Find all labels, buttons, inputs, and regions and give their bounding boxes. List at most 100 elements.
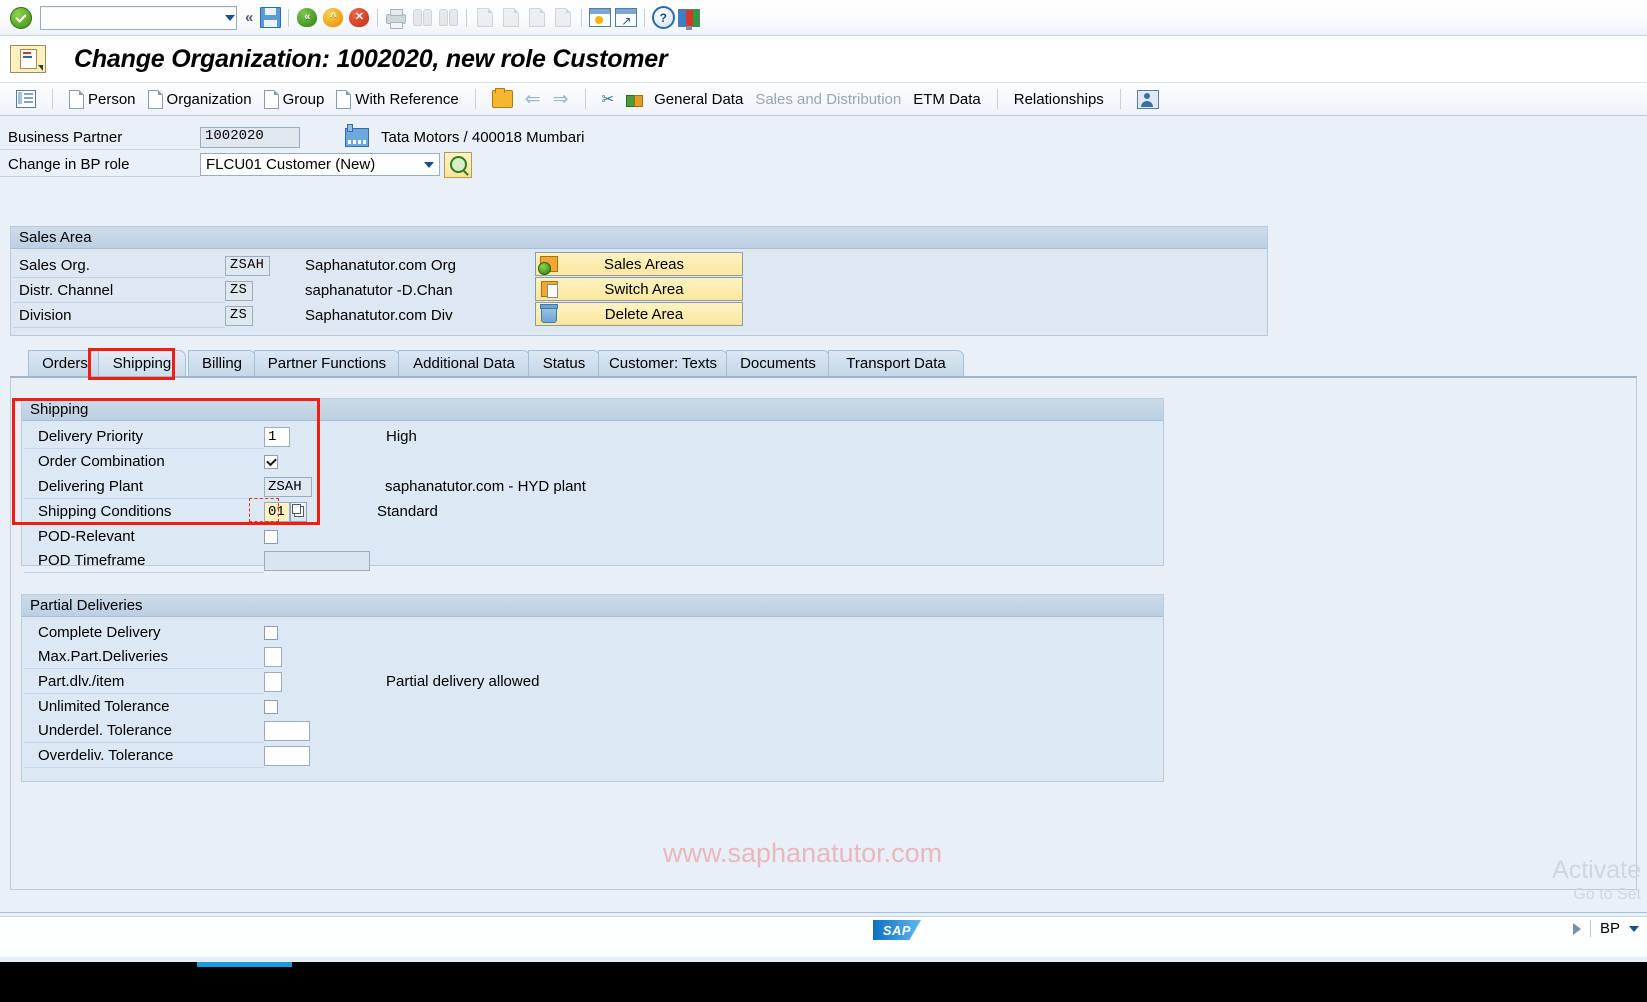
person-button[interactable]: Person	[63, 88, 142, 111]
switch-plug-button[interactable]	[620, 89, 648, 109]
delivery-priority-input[interactable]: 1	[264, 426, 290, 447]
pod-timeframe-input[interactable]	[264, 550, 370, 571]
distr-channel-row: Distr. Channel ZS saphanatutor -D.Chan	[13, 278, 533, 303]
find-icon[interactable]	[409, 5, 435, 31]
tab-customer-texts[interactable]: Customer: Texts	[598, 350, 728, 376]
switch-area-button[interactable]: Switch Area	[535, 277, 743, 301]
enter-ok-icon[interactable]	[8, 5, 34, 31]
order-combination-checkbox[interactable]	[264, 454, 278, 469]
max-part-deliveries-label: Max.Part.Deliveries	[24, 644, 264, 669]
unlimited-tolerance-checkbox[interactable]	[264, 699, 278, 714]
scissors-button[interactable]: ✂	[596, 88, 621, 110]
tab-sales-and-distribution[interactable]: Sales and Distribution	[749, 89, 907, 110]
collapse-toolbar-icon[interactable]: «	[241, 9, 257, 26]
back-arrow-button[interactable]: ⇐	[519, 86, 547, 113]
forward-arrow-button[interactable]: ⇒	[547, 86, 575, 113]
previous-page-icon[interactable]	[498, 5, 524, 31]
cancel-icon[interactable]: ✕	[346, 5, 372, 31]
tab-shipping[interactable]: Shipping	[98, 350, 186, 376]
organization-building-icon	[345, 124, 369, 147]
header-fields: Business Partner 1002020 Tata Motors / 4…	[0, 116, 1647, 178]
help-icon[interactable]: ?	[650, 5, 676, 31]
person-icon	[1136, 89, 1159, 109]
tab-status[interactable]: Status	[528, 350, 600, 376]
tab-documents[interactable]: Documents	[726, 350, 830, 376]
tab-status-label: Status	[542, 355, 586, 372]
group-button[interactable]: Group	[258, 88, 331, 111]
underdel-tolerance-input[interactable]	[264, 720, 310, 741]
open-folder-button[interactable]	[486, 88, 519, 110]
sales-org-value[interactable]: ZSAH	[225, 255, 270, 276]
command-input[interactable]	[41, 7, 223, 28]
create-session-icon[interactable]	[587, 5, 613, 31]
pod-relevant-checkbox[interactable]	[264, 529, 278, 544]
command-field[interactable]	[40, 5, 237, 30]
next-page-icon[interactable]	[524, 5, 550, 31]
part-dlv-item-input[interactable]	[264, 671, 282, 692]
print-icon[interactable]	[383, 5, 409, 31]
scissors-icon: ✂	[601, 91, 615, 108]
toolbar-divider	[377, 8, 379, 27]
delivery-priority-description: High	[386, 428, 417, 445]
partner-description: Tata Motors / 400018 Mumbari	[381, 129, 585, 146]
organization-button-label: Organization	[166, 90, 252, 108]
complete-delivery-checkbox[interactable]	[264, 625, 278, 640]
tab-transport-data[interactable]: Transport Data	[828, 350, 964, 376]
os-taskbar	[0, 962, 1647, 1002]
chevron-down-icon[interactable]	[419, 161, 439, 168]
delivery-priority-label: Delivery Priority	[24, 424, 264, 449]
bp-role-label: Change in BP role	[0, 152, 200, 177]
menu-list-button[interactable]	[10, 88, 42, 110]
status-chevron-down-icon[interactable]	[1629, 925, 1639, 932]
complete-delivery-label: Complete Delivery	[38, 624, 161, 641]
tab-partner-functions[interactable]: Partner Functions	[254, 350, 400, 376]
document-icon	[69, 89, 84, 109]
save-icon[interactable]	[257, 5, 283, 31]
delete-area-button[interactable]: Delete Area	[535, 302, 743, 326]
sales-areas-button[interactable]: Sales Areas	[535, 252, 743, 276]
bp-role-select[interactable]: FLCU01 Customer (New)	[200, 153, 440, 176]
exit-icon[interactable]: ^	[320, 5, 346, 31]
first-page-icon[interactable]	[472, 5, 498, 31]
command-dropdown-icon[interactable]	[223, 8, 236, 28]
back-icon[interactable]: «	[294, 5, 320, 31]
tab-billing[interactable]: Billing	[188, 350, 256, 376]
taskbar-active-indicator	[197, 962, 292, 967]
expand-status-icon[interactable]	[1572, 922, 1581, 935]
tab-sales-and-distribution-label: Sales and Distribution	[755, 90, 902, 108]
with-reference-button[interactable]: With Reference	[330, 88, 464, 111]
max-part-deliveries-input[interactable]	[264, 646, 282, 667]
shipping-conditions-input[interactable]: 01	[264, 501, 290, 522]
find-next-icon[interactable]	[435, 5, 461, 31]
delete-area-icon	[536, 303, 562, 323]
tab-etm-data[interactable]: ETM Data	[907, 89, 987, 110]
business-partner-value[interactable]: 1002020	[200, 127, 300, 148]
application-toolbar: Person Organization Group With Reference…	[0, 82, 1647, 116]
tab-additional-data[interactable]: Additional Data	[398, 350, 530, 376]
overdeliv-tolerance-input[interactable]	[264, 745, 310, 766]
document-icon	[336, 89, 352, 109]
part-dlv-item-description: Partial delivery allowed	[386, 673, 540, 690]
shipping-conditions-f4-help-button[interactable]	[290, 501, 307, 522]
partial-deliveries-group-title: Partial Deliveries	[22, 595, 1163, 617]
with-reference-button-label: With Reference	[355, 90, 459, 108]
distr-channel-value[interactable]: ZS	[225, 280, 253, 301]
organization-button[interactable]: Organization	[142, 88, 258, 111]
delivering-plant-input[interactable]: ZSAH	[264, 476, 312, 497]
tab-general-data[interactable]: General Data	[648, 89, 749, 110]
tab-relationships[interactable]: Relationships	[1008, 89, 1110, 110]
pod-relevant-label: POD-Relevant	[38, 528, 135, 545]
sales-org-row: Sales Org. ZSAH Saphanatutor.com Org	[13, 253, 533, 278]
person-detail-button[interactable]	[1131, 88, 1165, 111]
tab-documents-label: Documents	[740, 355, 816, 372]
last-page-icon[interactable]	[550, 5, 576, 31]
sales-org-description: Saphanatutor.com Org	[305, 257, 456, 274]
customize-layout-icon[interactable]	[676, 5, 702, 31]
tab-transport-data-label: Transport Data	[846, 355, 946, 372]
shipping-conditions-row: Shipping Conditions 01 Standard	[24, 499, 1124, 524]
toolbar-divider	[581, 8, 583, 27]
bp-role-search-button[interactable]	[444, 151, 472, 178]
division-value[interactable]: ZS	[225, 305, 253, 326]
create-shortcut-icon[interactable]: ↗	[613, 5, 639, 31]
tab-orders[interactable]: Orders	[28, 350, 102, 376]
